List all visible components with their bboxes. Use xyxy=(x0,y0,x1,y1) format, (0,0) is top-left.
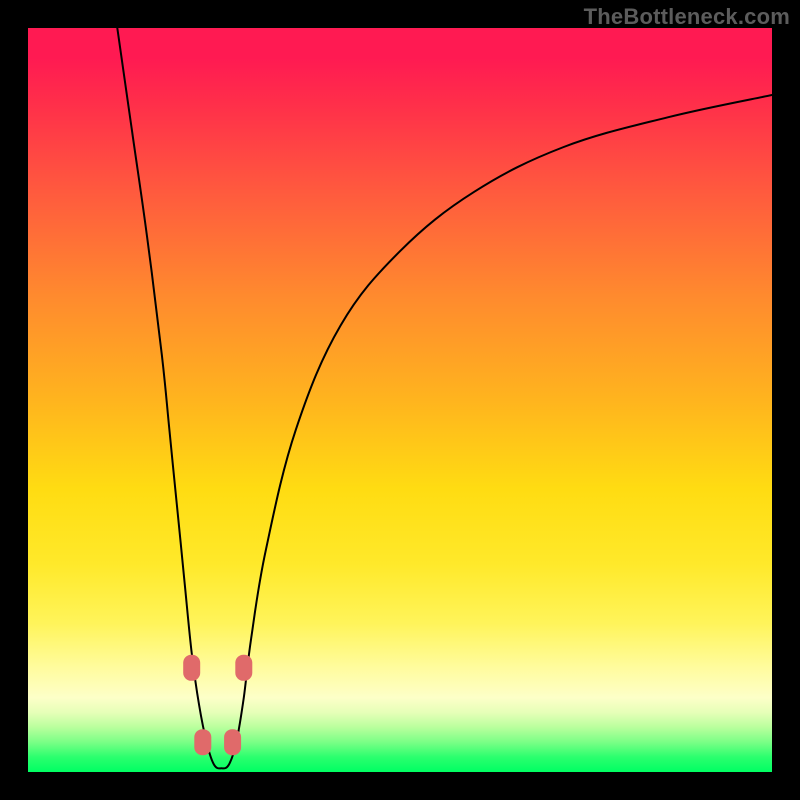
bottleneck-curve xyxy=(117,28,772,768)
marker-right-upper xyxy=(235,655,252,681)
curve-layer xyxy=(28,28,772,772)
chart-frame: TheBottleneck.com xyxy=(0,0,800,800)
marker-right-lower xyxy=(224,729,241,755)
marker-left-upper xyxy=(183,655,200,681)
plot-area xyxy=(28,28,772,772)
marker-left-lower xyxy=(194,729,211,755)
watermark-text: TheBottleneck.com xyxy=(584,4,790,30)
